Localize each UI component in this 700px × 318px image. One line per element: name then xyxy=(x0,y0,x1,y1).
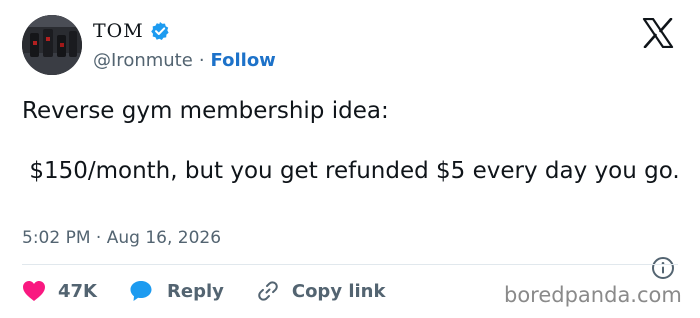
copy-link-button[interactable]: Copy link xyxy=(256,279,386,303)
reply-bubble-icon xyxy=(130,281,152,301)
tweet-text: Reverse gym membership idea: $150/month,… xyxy=(22,95,682,187)
avatar[interactable] xyxy=(22,15,82,75)
like-button[interactable]: 47K xyxy=(22,280,97,302)
tweet-line-1: Reverse gym membership idea: xyxy=(22,98,389,124)
timestamp-separator: · xyxy=(95,228,102,248)
reply-label: Reply xyxy=(167,280,224,302)
watermark: boredpanda.com xyxy=(504,283,682,307)
info-icon[interactable] xyxy=(651,256,675,280)
handle[interactable]: @Ironmute xyxy=(93,50,193,71)
avatar-image xyxy=(22,15,82,75)
divider xyxy=(22,264,678,265)
x-logo-icon[interactable] xyxy=(642,17,674,49)
heart-icon xyxy=(23,281,45,301)
tweet-line-2: $150/month, but you get refunded $5 ever… xyxy=(22,158,680,184)
display-name[interactable]: TOM xyxy=(93,20,144,42)
tweet-time: 5:02 PM xyxy=(22,228,91,248)
tweet-date: Aug 16, 2026 xyxy=(106,228,222,248)
reply-button[interactable]: Reply xyxy=(129,279,224,303)
author-handle-row: @Ironmute · Follow xyxy=(93,48,276,72)
author-name-row: TOM xyxy=(93,18,170,44)
link-icon xyxy=(258,281,278,301)
follow-button[interactable]: Follow xyxy=(211,50,276,71)
verified-badge-icon xyxy=(150,21,170,41)
timestamp[interactable]: 5:02 PM · Aug 16, 2026 xyxy=(22,228,221,248)
action-bar: 47K Reply Copy link xyxy=(22,276,385,306)
handle-separator: · xyxy=(198,49,205,71)
like-count: 47K xyxy=(58,280,97,302)
copy-link-label: Copy link xyxy=(291,280,386,302)
